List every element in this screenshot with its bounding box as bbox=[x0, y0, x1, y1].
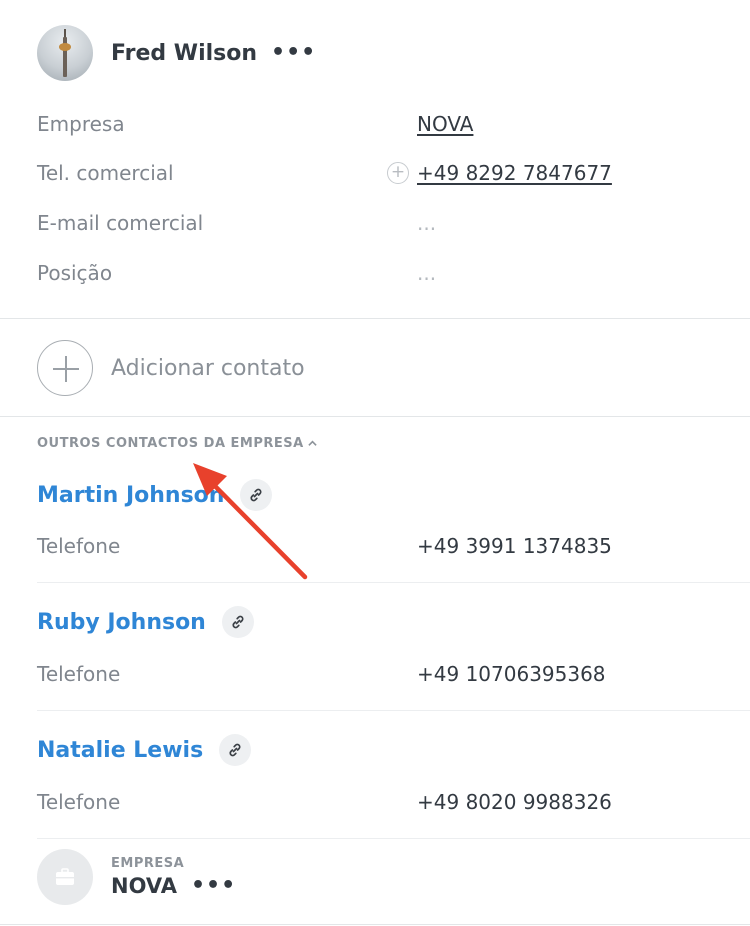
company-section: EMPRESA NOVA ••• bbox=[37, 849, 236, 905]
link-icon[interactable] bbox=[221, 606, 254, 638]
phone-value[interactable]: +49 8020 9988326 bbox=[417, 790, 612, 814]
field-label: Tel. comercial bbox=[37, 161, 174, 185]
avatar[interactable] bbox=[37, 25, 93, 81]
field-position: Posição ... bbox=[37, 258, 737, 288]
other-contact-item: Martin Johnson bbox=[37, 478, 273, 512]
add-contact-button[interactable]: Adicionar contato bbox=[37, 340, 305, 396]
contact-name: Fred Wilson bbox=[111, 40, 258, 66]
company-link[interactable]: NOVA bbox=[417, 112, 473, 136]
position-value[interactable]: ... bbox=[417, 261, 436, 285]
section-title: OUTROS CONTACTOS DA EMPRESA bbox=[37, 436, 304, 451]
divider bbox=[37, 582, 750, 583]
link-icon[interactable] bbox=[219, 734, 252, 766]
other-contact-name[interactable]: Natalie Lewis bbox=[37, 738, 203, 763]
phone-label: Telefone bbox=[37, 662, 121, 686]
other-contact-phone-row: Telefone +49 3991 1374835 bbox=[37, 531, 737, 561]
company-avatar[interactable] bbox=[37, 849, 93, 905]
chevron-up-icon bbox=[308, 440, 317, 446]
other-contact-item: Natalie Lewis bbox=[37, 733, 252, 767]
business-phone-link[interactable]: +49 8292 7847677 bbox=[417, 161, 612, 185]
other-contact-name[interactable]: Ruby Johnson bbox=[37, 610, 206, 635]
phone-value[interactable]: +49 10706395368 bbox=[417, 662, 606, 686]
add-contact-label: Adicionar contato bbox=[111, 355, 305, 381]
company-label: EMPRESA bbox=[111, 856, 185, 871]
link-icon[interactable] bbox=[240, 479, 273, 511]
field-label: Empresa bbox=[37, 112, 125, 136]
other-contacts-toggle[interactable]: OUTROS CONTACTOS DA EMPRESA bbox=[37, 436, 317, 451]
business-email-value[interactable]: ... bbox=[417, 211, 436, 235]
phone-value[interactable]: +49 3991 1374835 bbox=[417, 534, 612, 558]
other-contact-name[interactable]: Martin Johnson bbox=[37, 483, 224, 508]
field-label: Posição bbox=[37, 261, 113, 285]
field-label: E-mail comercial bbox=[37, 211, 204, 235]
divider bbox=[37, 710, 750, 711]
divider bbox=[0, 318, 750, 319]
other-contact-item: Ruby Johnson bbox=[37, 605, 254, 639]
phone-label: Telefone bbox=[37, 534, 121, 558]
phone-label: Telefone bbox=[37, 790, 121, 814]
company-name[interactable]: NOVA bbox=[111, 874, 177, 898]
company-more-options-icon[interactable]: ••• bbox=[191, 875, 236, 897]
briefcase-icon bbox=[56, 868, 74, 885]
contact-header: Fred Wilson ••• bbox=[37, 25, 316, 81]
divider bbox=[37, 838, 750, 839]
divider bbox=[0, 924, 750, 925]
field-business-phone: + Tel. comercial +49 8292 7847677 bbox=[37, 158, 737, 188]
more-options-icon[interactable]: ••• bbox=[271, 42, 316, 64]
add-phone-icon[interactable]: + bbox=[387, 162, 409, 184]
field-company: Empresa NOVA bbox=[37, 109, 737, 139]
contact-card-page: Fred Wilson ••• Empresa NOVA + Tel. come… bbox=[0, 0, 750, 926]
plus-icon bbox=[37, 340, 93, 396]
divider bbox=[0, 416, 750, 417]
other-contact-phone-row: Telefone +49 10706395368 bbox=[37, 659, 737, 689]
field-business-email: E-mail comercial ... bbox=[37, 208, 737, 238]
other-contact-phone-row: Telefone +49 8020 9988326 bbox=[37, 787, 737, 817]
